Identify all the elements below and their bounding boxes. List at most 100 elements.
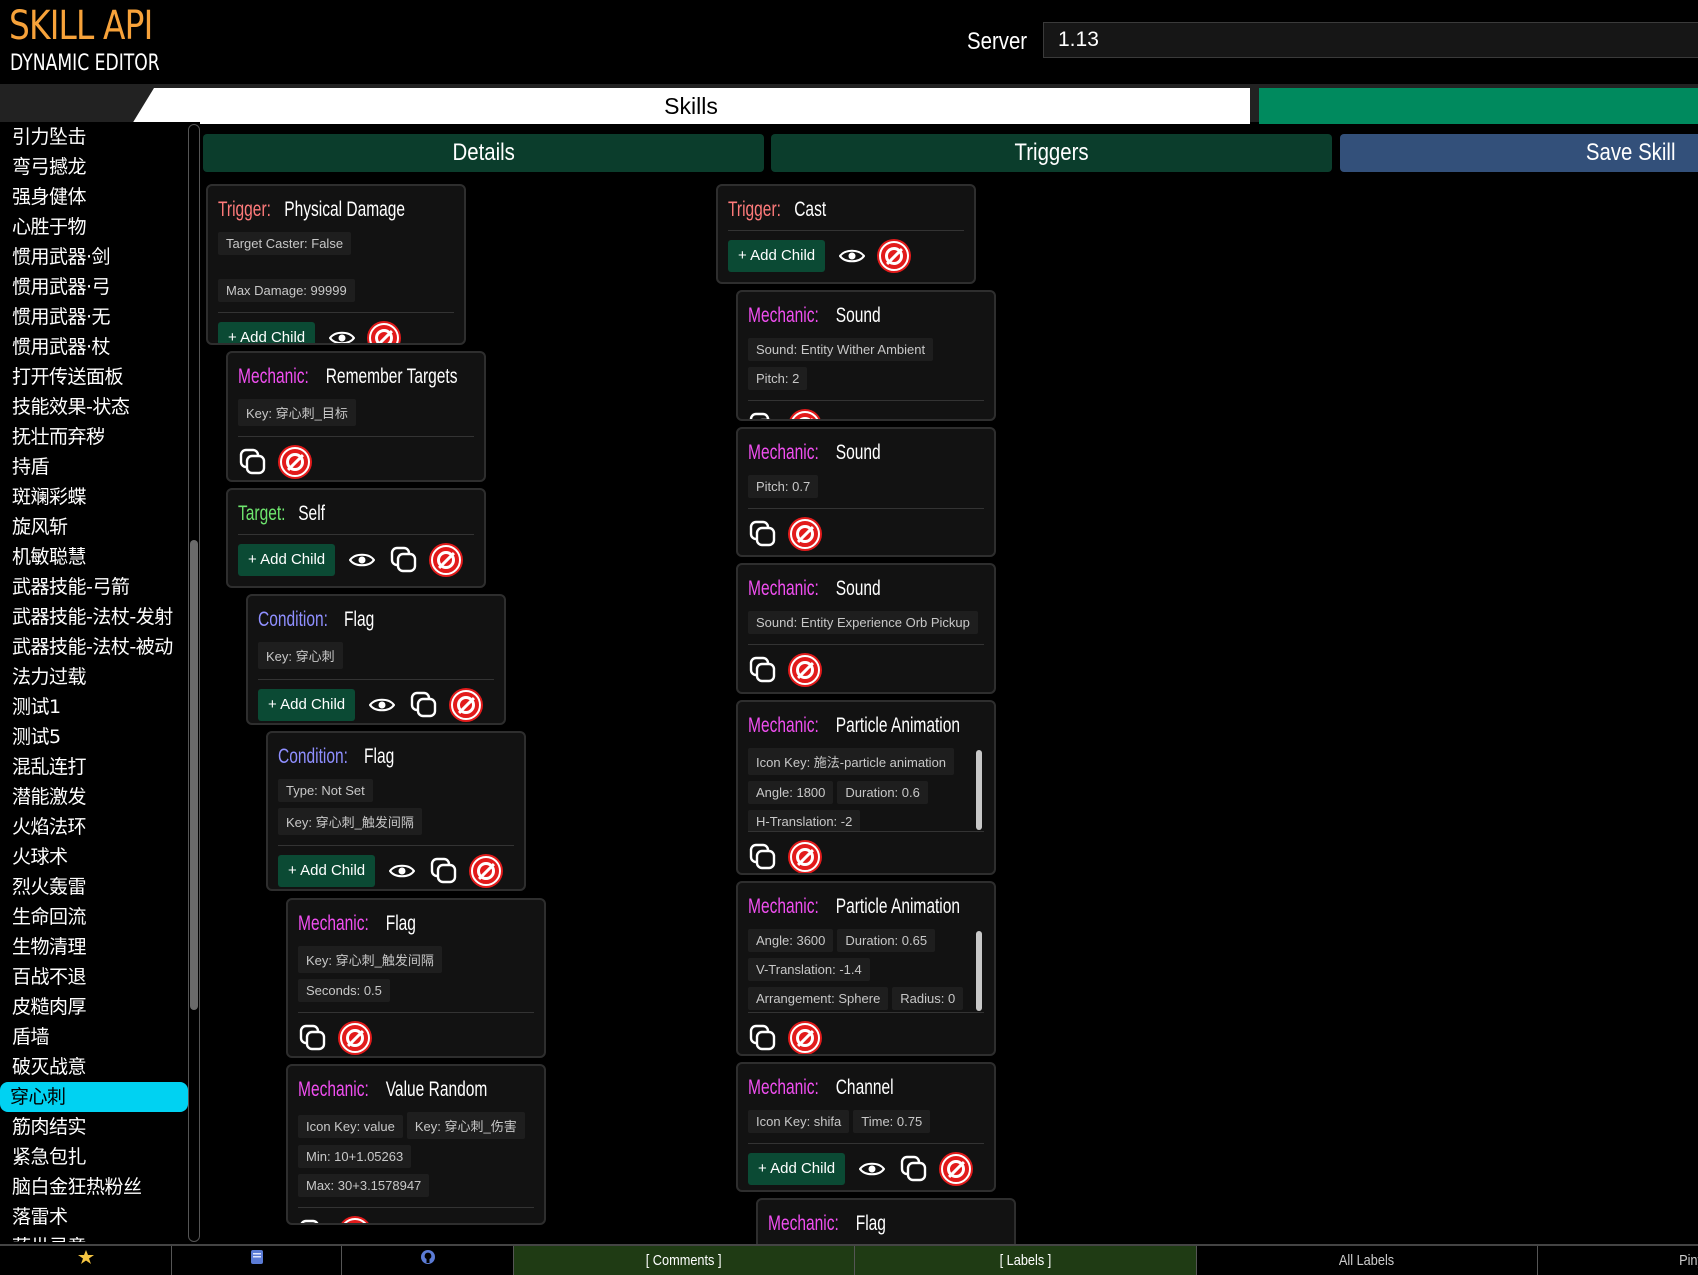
- footer-all-labels[interactable]: All Labels: [1197, 1246, 1538, 1275]
- skill-list-item[interactable]: 弯弓撼龙: [0, 152, 200, 182]
- save-skill-button[interactable]: Save Skill: [1340, 134, 1698, 172]
- copy-button[interactable]: [389, 545, 419, 575]
- copy-button[interactable]: [298, 1218, 328, 1223]
- skill-list-item[interactable]: 萨世灵意: [0, 1232, 200, 1242]
- skill-list-item[interactable]: 筋肉结实: [0, 1112, 200, 1142]
- skill-list-item[interactable]: 火焰法环: [0, 812, 200, 842]
- delete-button[interactable]: [790, 519, 820, 549]
- skill-list-item[interactable]: 盾墙: [0, 1022, 200, 1052]
- component-card[interactable]: Mechanic: Channel Icon Key: shifa Time: 0.…: [736, 1062, 996, 1192]
- add-child-button[interactable]: + Add Child: [258, 689, 356, 721]
- properties-scrollbar[interactable]: [976, 750, 982, 830]
- skill-list-item[interactable]: 潜能激发: [0, 782, 200, 812]
- sidebar-scroll-thumb[interactable]: [190, 540, 198, 1010]
- copy-button[interactable]: [748, 655, 778, 685]
- delete-button[interactable]: [369, 323, 400, 343]
- component-card[interactable]: Condition: Flag Type: Not Set Key: 穿心刺_触发间…: [266, 731, 526, 891]
- footer-comments[interactable]: [ Comments ]: [514, 1246, 855, 1275]
- delete-button[interactable]: [941, 1154, 972, 1184]
- delete-button[interactable]: [451, 690, 482, 720]
- tab-skills[interactable]: Skills: [132, 88, 1250, 124]
- component-card[interactable]: Mechanic: Sound Sound: Entity Experience …: [736, 563, 996, 694]
- component-card[interactable]: Trigger: Cast + Add Child: [716, 184, 976, 284]
- component-card[interactable]: Trigger: Physical Damage Target Caster: F…: [206, 184, 466, 345]
- copy-button[interactable]: [899, 1154, 929, 1184]
- delete-button[interactable]: [879, 241, 910, 271]
- copy-button[interactable]: [409, 690, 439, 720]
- skill-list-item[interactable]: 混乱连打: [0, 752, 200, 782]
- skill-list-item[interactable]: 生命回流: [0, 902, 200, 932]
- skill-list-item[interactable]: 惯用武器·无: [0, 302, 200, 332]
- skill-list-item[interactable]: 惯用武器·剑: [0, 242, 200, 272]
- skill-list-item[interactable]: 火球术: [0, 842, 200, 872]
- skill-list-item[interactable]: 武器技能-法杖-被动: [0, 632, 200, 662]
- copy-button[interactable]: [429, 856, 459, 886]
- triggers-button[interactable]: Triggers: [771, 134, 1332, 172]
- server-input[interactable]: [1043, 22, 1698, 58]
- footer-docs[interactable]: [172, 1246, 342, 1275]
- footer-github[interactable]: [342, 1246, 514, 1275]
- footer-pinyin[interactable]: Pinyin: [1538, 1246, 1698, 1275]
- footer-star[interactable]: [0, 1246, 172, 1275]
- add-child-button[interactable]: + Add Child: [218, 322, 316, 343]
- toggle-visibility-button[interactable]: [367, 690, 397, 720]
- skill-list-item[interactable]: 武器技能-法杖-发射: [0, 602, 200, 632]
- component-card[interactable]: Mechanic: Remember Targets Key: 穿心刺_目标: [226, 351, 486, 482]
- delete-button[interactable]: [280, 447, 310, 477]
- skill-list-item[interactable]: 法力过载: [0, 662, 200, 692]
- copy-button[interactable]: [748, 1023, 778, 1053]
- toggle-visibility-button[interactable]: [387, 856, 417, 886]
- skill-list-item[interactable]: 落雷术: [0, 1202, 200, 1232]
- add-child-button[interactable]: + Add Child: [278, 855, 376, 887]
- skill-list-item[interactable]: 打开传送面板: [0, 362, 200, 392]
- copy-button[interactable]: [748, 842, 778, 872]
- skill-list-item[interactable]: 惯用武器·弓: [0, 272, 200, 302]
- footer-labels[interactable]: [ Labels ]: [855, 1246, 1197, 1275]
- skill-list-item[interactable]: 技能效果-状态: [0, 392, 200, 422]
- skill-list-item[interactable]: 惯用武器·杖: [0, 332, 200, 362]
- properties-scrollbar[interactable]: [976, 931, 982, 1011]
- toggle-visibility-button[interactable]: [857, 1154, 887, 1184]
- delete-button[interactable]: [790, 842, 820, 872]
- skill-list-item[interactable]: 破灭战意: [0, 1052, 200, 1082]
- copy-button[interactable]: [238, 447, 268, 477]
- skill-list-item[interactable]: 穿心刺: [0, 1082, 188, 1112]
- component-card[interactable]: Mechanic: Particle Animation Icon Key: 施法…: [736, 700, 996, 875]
- skill-list-item[interactable]: 百战不退: [0, 962, 200, 992]
- component-card[interactable]: Condition: Flag Key: 穿心刺 + Add Child: [246, 594, 506, 725]
- add-child-button[interactable]: + Add Child: [748, 1153, 846, 1185]
- delete-button[interactable]: [790, 411, 820, 419]
- skill-list-item[interactable]: 强身健体: [0, 182, 200, 212]
- skill-list-item[interactable]: 持盾: [0, 452, 200, 482]
- component-card[interactable]: Mechanic: Flag Key: 穿心刺_触发间隔 Seconds: 0.5: [286, 898, 546, 1058]
- delete-button[interactable]: [471, 856, 502, 886]
- skill-list-item[interactable]: 测试1: [0, 692, 200, 722]
- toggle-visibility-button[interactable]: [327, 323, 357, 343]
- toggle-visibility-button[interactable]: [347, 545, 377, 575]
- delete-button[interactable]: [790, 1023, 820, 1053]
- add-child-button[interactable]: + Add Child: [238, 544, 336, 576]
- delete-button[interactable]: [340, 1218, 370, 1223]
- component-card[interactable]: Mechanic: Sound Pitch: 0.7: [736, 427, 996, 557]
- skill-list-item[interactable]: 脑白金狂热粉丝: [0, 1172, 200, 1202]
- skill-list-item[interactable]: 旋风斩: [0, 512, 200, 542]
- component-card[interactable]: Mechanic: Value Random Icon Key: value Key…: [286, 1064, 546, 1225]
- component-card[interactable]: Mechanic: Sound Sound: Entity Wither Ambi…: [736, 290, 996, 421]
- skill-list-item[interactable]: 斑斓彩蝶: [0, 482, 200, 512]
- delete-button[interactable]: [431, 545, 462, 575]
- skill-list-item[interactable]: 测试5: [0, 722, 200, 752]
- component-card[interactable]: Mechanic: Particle Animation Angle: 3600 D…: [736, 881, 996, 1056]
- skill-list-item[interactable]: 皮糙肉厚: [0, 992, 200, 1022]
- toggle-visibility-button[interactable]: [837, 241, 867, 271]
- skill-list-item[interactable]: 生物清理: [0, 932, 200, 962]
- skill-list-item[interactable]: 引力坠击: [0, 122, 200, 152]
- skill-list-item[interactable]: 武器技能-弓箭: [0, 572, 200, 602]
- delete-button[interactable]: [790, 655, 820, 685]
- add-child-button[interactable]: + Add Child: [728, 240, 826, 272]
- skill-list-item[interactable]: 抚壮而弃秽: [0, 422, 200, 452]
- tab-classes[interactable]: [1259, 88, 1698, 124]
- skill-list-item[interactable]: 心胜于物: [0, 212, 200, 242]
- copy-button[interactable]: [298, 1023, 328, 1053]
- delete-button[interactable]: [340, 1023, 370, 1053]
- details-button[interactable]: Details: [203, 134, 764, 172]
